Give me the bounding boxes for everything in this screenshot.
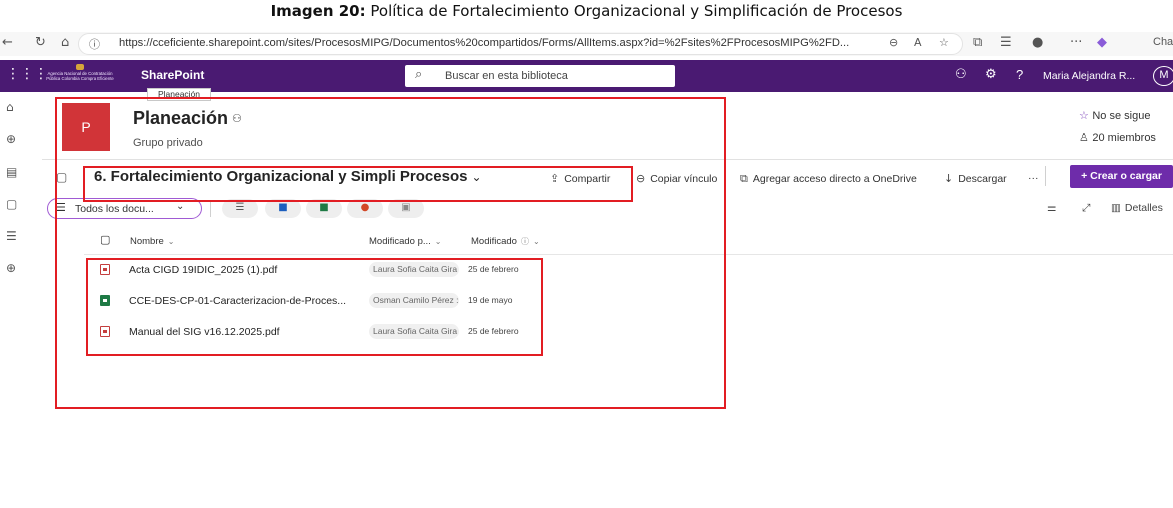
fullscreen-icon[interactable]: ⤢ <box>1082 202 1094 215</box>
org-logo[interactable]: Agencia Nacional de Contratación Pública… <box>46 64 114 88</box>
search-icon: ⌕ <box>415 67 423 82</box>
lists-icon[interactable]: ☰ <box>6 229 17 243</box>
people-icon: ♙ <box>1079 131 1093 144</box>
download-button[interactable]: ↓ Descargar <box>944 172 1007 185</box>
back-icon[interactable]: ← <box>2 35 13 50</box>
copilot-icon[interactable]: ◆ <box>1097 35 1107 50</box>
user-name[interactable]: Maria Alejandra R... <box>1043 70 1135 82</box>
create-icon[interactable]: ⊕ <box>6 261 16 275</box>
shortcut-label: Agregar acceso directo a OneDrive <box>752 173 917 185</box>
search-input[interactable]: Buscar en esta biblioteca <box>445 70 568 82</box>
annotation-box-library-title <box>83 166 633 202</box>
create-upload-button[interactable]: + Crear o cargar <box>1070 165 1173 188</box>
shortcut-icon: ⧉ <box>740 172 748 185</box>
caption-text: Política de Fortalecimiento Organizacion… <box>365 2 903 20</box>
share-people-icon[interactable]: ⚇ <box>955 67 967 82</box>
url-text[interactable]: https://cceficiente.sharepoint.com/sites… <box>119 37 849 49</box>
org-logo-text: Agencia Nacional de Contratación Pública… <box>46 71 114 81</box>
figure-caption: Imagen 20: Política de Fortalecimiento O… <box>0 2 1173 22</box>
sites-globe-icon[interactable]: ⊕ <box>6 132 16 146</box>
view-options-icon[interactable]: ⚌ <box>1047 202 1060 214</box>
command-separator <box>1045 166 1046 186</box>
more-commands-button[interactable]: ··· <box>1028 172 1039 184</box>
site-info-icon[interactable]: ⓘ <box>89 36 100 52</box>
download-icon: ↓ <box>944 172 954 185</box>
more-icon[interactable]: ··· <box>1070 35 1082 50</box>
star-icon: ☆ <box>1079 109 1093 122</box>
add-shortcut-button[interactable]: ⧉ Agregar acceso directo a OneDrive <box>740 172 917 186</box>
browser-toolbar: ← ↻ ⌂ ⓘ https://cceficiente.sharepoint.c… <box>0 32 1173 56</box>
follow-label: No se sigue <box>1092 110 1151 122</box>
members-button[interactable]: ♙ 20 miembros <box>1079 131 1156 144</box>
caption-prefix: Imagen 20: <box>270 2 366 20</box>
news-icon[interactable]: ▤ <box>6 165 17 179</box>
files-icon[interactable]: ▢ <box>6 197 17 211</box>
favorite-star-icon[interactable]: ☆ <box>939 36 949 49</box>
avatar[interactable]: M <box>1153 66 1173 86</box>
search-box[interactable]: ⌕ Buscar en esta biblioteca <box>405 65 675 87</box>
address-bar[interactable]: ⓘ https://cceficiente.sharepoint.com/sit… <box>78 33 963 55</box>
chat-label[interactable]: Chat <box>1153 36 1173 48</box>
zoom-icon[interactable]: ⊖ <box>889 36 898 49</box>
read-aloud-icon[interactable]: A <box>914 36 922 49</box>
download-label: Descargar <box>958 173 1007 185</box>
members-label: 20 miembros <box>1092 132 1156 144</box>
settings-gear-icon[interactable]: ⚙ <box>985 67 997 82</box>
sharepoint-brand[interactable]: SharePoint <box>141 68 204 82</box>
details-button[interactable]: ▥ Detalles <box>1111 202 1163 214</box>
details-pane-icon: ▥ <box>1111 202 1121 214</box>
home-rail-icon[interactable]: ⌂ <box>6 100 14 114</box>
help-icon[interactable]: ? <box>1016 67 1023 82</box>
annotation-box-site <box>55 97 726 409</box>
app-launcher-icon[interactable]: ⋮⋮⋮ <box>6 66 48 82</box>
extensions-icon[interactable]: ⧉ <box>973 35 982 50</box>
refresh-icon[interactable]: ↻ <box>35 35 46 50</box>
annotation-box-files <box>86 258 543 356</box>
profile-icon[interactable]: ● <box>1032 35 1043 50</box>
details-label: Detalles <box>1124 202 1163 214</box>
follow-button[interactable]: ☆ No se sigue <box>1079 109 1150 122</box>
collections-icon[interactable]: ☰ <box>1000 35 1012 50</box>
home-icon[interactable]: ⌂ <box>61 35 69 50</box>
